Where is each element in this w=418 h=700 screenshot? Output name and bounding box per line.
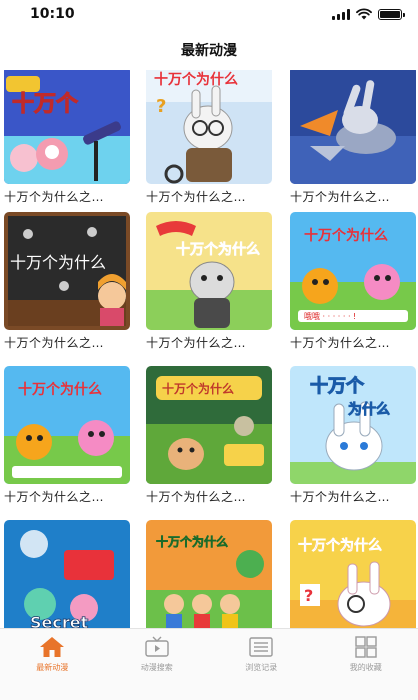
thumbnail-caption: 十万个为什么	[298, 537, 382, 554]
anime-card[interactable]: 十万个为什么 十万个为什么之…	[4, 366, 130, 505]
anime-card[interactable]: 哦哦 · · · · · · ! 十万个为什么 十万个为什么之…	[290, 212, 416, 351]
tab-favorites[interactable]: 我的收藏	[314, 629, 418, 700]
thumbnail-caption: 十万个为什么	[156, 534, 228, 549]
anime-card[interactable]: 十万个为什么 ? 十万个为什么之…	[146, 70, 272, 205]
favorites-grid-icon	[355, 636, 377, 658]
anime-title: 十万个为什么之…	[4, 190, 105, 204]
anime-thumbnail: 十万个为什么	[146, 366, 272, 484]
anime-thumbnail: 十万个为什么	[146, 520, 272, 628]
status-icons	[332, 8, 405, 20]
tab-latest-anime[interactable]: 最新动漫	[0, 629, 105, 700]
anime-card[interactable]: 十万个为什么之…	[290, 70, 416, 205]
anime-thumbnail	[290, 70, 416, 184]
thumbnail-caption: 十万个为什么	[176, 241, 260, 258]
anime-card[interactable]: Secret	[4, 520, 130, 628]
tab-label: 最新动漫	[36, 663, 69, 672]
cellular-signal-icon	[332, 8, 350, 20]
anime-title: 十万个为什么之…	[290, 336, 391, 350]
anime-thumbnail: 十万个	[4, 70, 130, 184]
anime-title: 十万个为什么之…	[146, 190, 247, 204]
tab-label: 我的收藏	[349, 663, 382, 672]
status-bar: 10:10	[0, 0, 418, 30]
anime-thumbnail: ? 十万个为什么	[290, 520, 416, 628]
anime-title: 十万个为什么之…	[4, 490, 105, 504]
anime-card[interactable]: 十万个为什么 十万个为什么之…	[146, 366, 272, 505]
svg-text:十万个为什么: 十万个为什么	[304, 227, 388, 244]
anime-card[interactable]: 十万个 十万个为什么之…	[4, 70, 130, 205]
page-title: 最新动漫	[181, 43, 237, 59]
tab-history[interactable]: 浏览记录	[209, 629, 314, 700]
history-list-icon	[249, 637, 273, 657]
thumbnail-caption: 十万个为什么	[18, 381, 102, 398]
svg-text:十万个: 十万个	[12, 92, 79, 117]
tab-bar: 最新动漫 动漫搜索 浏览记录 我的收藏	[0, 628, 418, 700]
anime-title: 十万个为什么之…	[4, 336, 105, 350]
anime-thumbnail: Secret	[4, 520, 130, 628]
anime-card[interactable]: 十万个为什么 十万个为什么之…	[146, 212, 272, 351]
thumbnail-caption: 为什么	[348, 401, 390, 418]
svg-text:?: ?	[304, 586, 313, 605]
anime-title: 十万个为什么之…	[146, 490, 247, 504]
anime-thumbnail: 十万个 为什么	[290, 366, 416, 484]
anime-title: 十万个为什么之…	[146, 336, 247, 350]
anime-thumbnail: 哦哦 · · · · · · ! 十万个为什么	[290, 212, 416, 330]
anime-card[interactable]: 十万个为什么	[146, 520, 272, 628]
tab-label: 动漫搜索	[140, 663, 173, 672]
anime-thumbnail: 十万个为什么	[4, 212, 130, 330]
svg-text:十万个为什么: 十万个为什么	[154, 71, 238, 88]
anime-thumbnail: 十万个为什么	[146, 212, 272, 330]
tv-search-icon	[145, 636, 169, 657]
svg-text:哦哦 · · · · · · !: 哦哦 · · · · · · !	[304, 311, 356, 321]
anime-card[interactable]: 十万个 为什么 十万个为什么之…	[290, 366, 416, 505]
anime-thumbnail: 十万个为什么	[4, 366, 130, 484]
battery-icon	[378, 8, 405, 20]
anime-title: 十万个为什么之…	[290, 190, 391, 204]
anime-grid-scroll[interactable]: 十万个 十万个为什么之… 十万个为什么 ? 十万个为什么之… 十万个为什么之… …	[0, 70, 418, 628]
thumbnail-caption: Secret	[30, 613, 89, 628]
svg-text:?: ?	[156, 96, 166, 117]
anime-thumbnail: 十万个为什么 ?	[146, 70, 272, 184]
status-time: 10:10	[30, 6, 75, 22]
thumbnail-caption: 十万个为什么	[162, 381, 234, 396]
tab-anime-search[interactable]: 动漫搜索	[105, 629, 210, 700]
navigation-bar: 最新动漫	[0, 30, 418, 70]
wifi-icon	[356, 8, 372, 20]
thumbnail-caption: 十万个为什么	[10, 253, 106, 272]
thumbnail-caption: 十万个	[310, 375, 365, 397]
anime-card[interactable]: ? 十万个为什么	[290, 520, 416, 628]
home-icon	[40, 637, 65, 657]
anime-card[interactable]: 十万个为什么 十万个为什么之…	[4, 212, 130, 351]
tab-label: 浏览记录	[245, 663, 278, 672]
anime-title: 十万个为什么之…	[290, 490, 391, 504]
